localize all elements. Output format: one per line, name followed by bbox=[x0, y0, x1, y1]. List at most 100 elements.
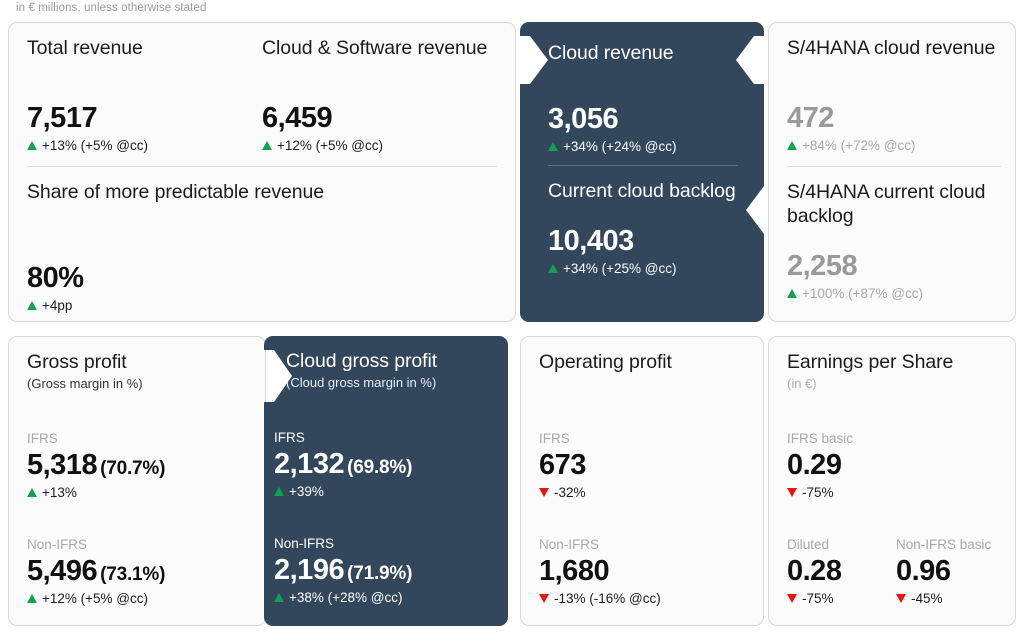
operating-profit-card: Operating profit IFRS 673 -32% Non-IFRS … bbox=[520, 336, 764, 626]
card-header: Cloud gross profit (Cloud gross margin i… bbox=[286, 350, 492, 392]
metric-value: 673 bbox=[539, 450, 747, 480]
metric-margin: (69.8%) bbox=[347, 457, 412, 478]
metric-delta: +84% (+72% @cc) bbox=[787, 138, 1001, 153]
divider bbox=[27, 166, 497, 167]
metric-gross-profit-ifrs: IFRS 5,318(70.7%) +13% bbox=[27, 431, 249, 500]
metric-title: Cloud revenue bbox=[548, 42, 738, 92]
revenue-card: Total revenue 7,517 +13% (+5% @cc) Cloud… bbox=[8, 22, 516, 322]
group-label: IFRS bbox=[539, 431, 747, 446]
card-header: Earnings per Share (in €) bbox=[787, 351, 1001, 393]
group-label: Diluted bbox=[787, 537, 896, 552]
metric-value: 7,517 bbox=[27, 103, 262, 133]
s4hana-card: S/4HANA cloud revenue 472 +84% (+72% @cc… bbox=[768, 22, 1016, 322]
metric-eps-nonifrs-basic: Non-IFRS basic 0.96 -45% bbox=[896, 537, 1005, 606]
metric-delta: -13% (-16% @cc) bbox=[539, 591, 747, 606]
divider bbox=[548, 165, 738, 166]
metric-s4hana-cloud-revenue: S/4HANA cloud revenue 472 +84% (+72% @cc… bbox=[787, 37, 1001, 153]
metric-delta: -75% bbox=[787, 485, 1001, 500]
group-label: Non-IFRS bbox=[27, 537, 249, 552]
metric-operating-profit-ifrs: IFRS 673 -32% bbox=[539, 431, 747, 500]
metric-delta-text: +12% (+5% @cc) bbox=[277, 138, 383, 153]
metric-title: Share of more predictable revenue bbox=[27, 181, 497, 205]
metric-delta-text: +13% (+5% @cc) bbox=[42, 138, 148, 153]
metric-cloud-revenue: Cloud revenue 3,056 +34% (+24% @cc) bbox=[548, 42, 738, 154]
metric-delta-text: -75% bbox=[802, 485, 834, 500]
metric-delta-text: +39% bbox=[289, 484, 324, 499]
metric-delta: +12% (+5% @cc) bbox=[262, 138, 497, 153]
metric-delta: +38% (+28% @cc) bbox=[274, 590, 492, 605]
metric-delta-text: +100% (+87% @cc) bbox=[802, 286, 923, 301]
revenue-top-columns: Total revenue 7,517 +13% (+5% @cc) Cloud… bbox=[27, 37, 497, 153]
metric-delta: +39% bbox=[274, 484, 492, 499]
metric-delta-text: -45% bbox=[911, 591, 943, 606]
metric-delta-text: +13% bbox=[42, 485, 77, 500]
metric-cloud-software-revenue: Cloud & Software revenue 6,459 +12% (+5%… bbox=[262, 37, 497, 153]
metric-s4hana-current-cloud-backlog: S/4HANA current cloud backlog 2,258 +100… bbox=[787, 181, 1001, 301]
metric-delta-text: -32% bbox=[554, 485, 586, 500]
metric-title: S/4HANA current cloud backlog bbox=[787, 181, 1001, 229]
metric-eps-ifrs-basic: IFRS basic 0.29 -75% bbox=[787, 431, 1001, 500]
metric-delta: +13% (+5% @cc) bbox=[27, 138, 262, 153]
metric-delta: -45% bbox=[896, 591, 1005, 606]
eps-bottom-columns: Diluted 0.28 -75% Non-IFRS basic 0.96 -4… bbox=[787, 537, 1005, 606]
metric-value: 80% bbox=[27, 263, 497, 293]
metric-delta: +34% (+24% @cc) bbox=[548, 139, 738, 154]
metric-value-number: 2,196 bbox=[274, 554, 344, 586]
metric-value: 1,680 bbox=[539, 556, 747, 586]
trend-up-icon bbox=[274, 593, 284, 602]
metric-cloud-gross-profit-ifrs: IFRS 2,132(69.8%) +39% bbox=[274, 430, 492, 499]
metric-title: Total revenue bbox=[27, 37, 262, 89]
earnings-per-share-card: Earnings per Share (in €) IFRS basic 0.2… bbox=[768, 336, 1016, 626]
trend-down-icon bbox=[787, 594, 797, 603]
metric-delta: +13% bbox=[27, 485, 249, 500]
trend-down-icon bbox=[539, 488, 549, 497]
divider bbox=[787, 166, 1001, 167]
metric-value: 6,459 bbox=[262, 103, 497, 133]
metric-value: 5,318(70.7%) bbox=[27, 450, 249, 480]
metric-title: Current cloud backlog bbox=[548, 180, 738, 204]
metric-delta-text: +34% (+24% @cc) bbox=[563, 139, 677, 154]
card-subtitle: (Cloud gross margin in %) bbox=[286, 375, 492, 392]
card-title: Gross profit bbox=[27, 351, 249, 375]
card-header: Gross profit (Gross margin in %) bbox=[27, 351, 249, 393]
group-label: Non-IFRS basic bbox=[896, 537, 1005, 552]
metric-current-cloud-backlog: Current cloud backlog 10,403 +34% (+25% … bbox=[548, 180, 738, 276]
trend-up-icon bbox=[548, 142, 558, 151]
card-title: Operating profit bbox=[539, 351, 747, 375]
metric-value: 0.96 bbox=[896, 556, 1005, 586]
metric-delta-text: -13% (-16% @cc) bbox=[554, 591, 661, 606]
group-label: IFRS bbox=[274, 430, 492, 445]
metric-delta-text: +84% (+72% @cc) bbox=[802, 138, 916, 153]
metric-delta-text: +38% (+28% @cc) bbox=[289, 590, 403, 605]
metric-title: S/4HANA cloud revenue bbox=[787, 37, 1001, 89]
group-label: Non-IFRS bbox=[274, 536, 492, 551]
metric-total-revenue: Total revenue 7,517 +13% (+5% @cc) bbox=[27, 37, 262, 153]
trend-down-icon bbox=[539, 594, 549, 603]
gross-profit-card: Gross profit (Gross margin in %) IFRS 5,… bbox=[8, 336, 266, 626]
metric-value: 5,496(73.1%) bbox=[27, 556, 249, 586]
trend-down-icon bbox=[896, 594, 906, 603]
trend-up-icon bbox=[274, 487, 284, 496]
units-caption: in € millions, unless otherwise stated bbox=[16, 2, 206, 14]
group-label: IFRS bbox=[27, 431, 249, 446]
metric-share-predictable-revenue: Share of more predictable revenue 80% +4… bbox=[27, 181, 497, 313]
trend-up-icon bbox=[262, 141, 272, 150]
metric-delta-text: +34% (+25% @cc) bbox=[563, 261, 677, 276]
card-subtitle: (in €) bbox=[787, 376, 1001, 393]
metric-delta: +4pp bbox=[27, 298, 497, 313]
trend-up-icon bbox=[27, 141, 37, 150]
cloud-gross-profit-panel: Cloud gross profit (Cloud gross margin i… bbox=[264, 336, 508, 626]
metric-value: 0.28 bbox=[787, 556, 896, 586]
card-subtitle: (Gross margin in %) bbox=[27, 376, 249, 393]
group-label: IFRS basic bbox=[787, 431, 1001, 446]
metric-operating-profit-nonifrs: Non-IFRS 1,680 -13% (-16% @cc) bbox=[539, 537, 747, 606]
metric-value: 3,056 bbox=[548, 104, 738, 134]
trend-up-icon bbox=[27, 488, 37, 497]
trend-up-icon bbox=[27, 594, 37, 603]
metric-value-number: 2,132 bbox=[274, 448, 344, 480]
dashboard-page: in € millions, unless otherwise stated T… bbox=[0, 0, 1024, 634]
metric-value-number: 5,318 bbox=[27, 449, 97, 481]
card-title: Cloud gross profit bbox=[286, 350, 492, 374]
metric-delta-text: +4pp bbox=[42, 298, 72, 313]
metric-value-number: 5,496 bbox=[27, 555, 97, 587]
